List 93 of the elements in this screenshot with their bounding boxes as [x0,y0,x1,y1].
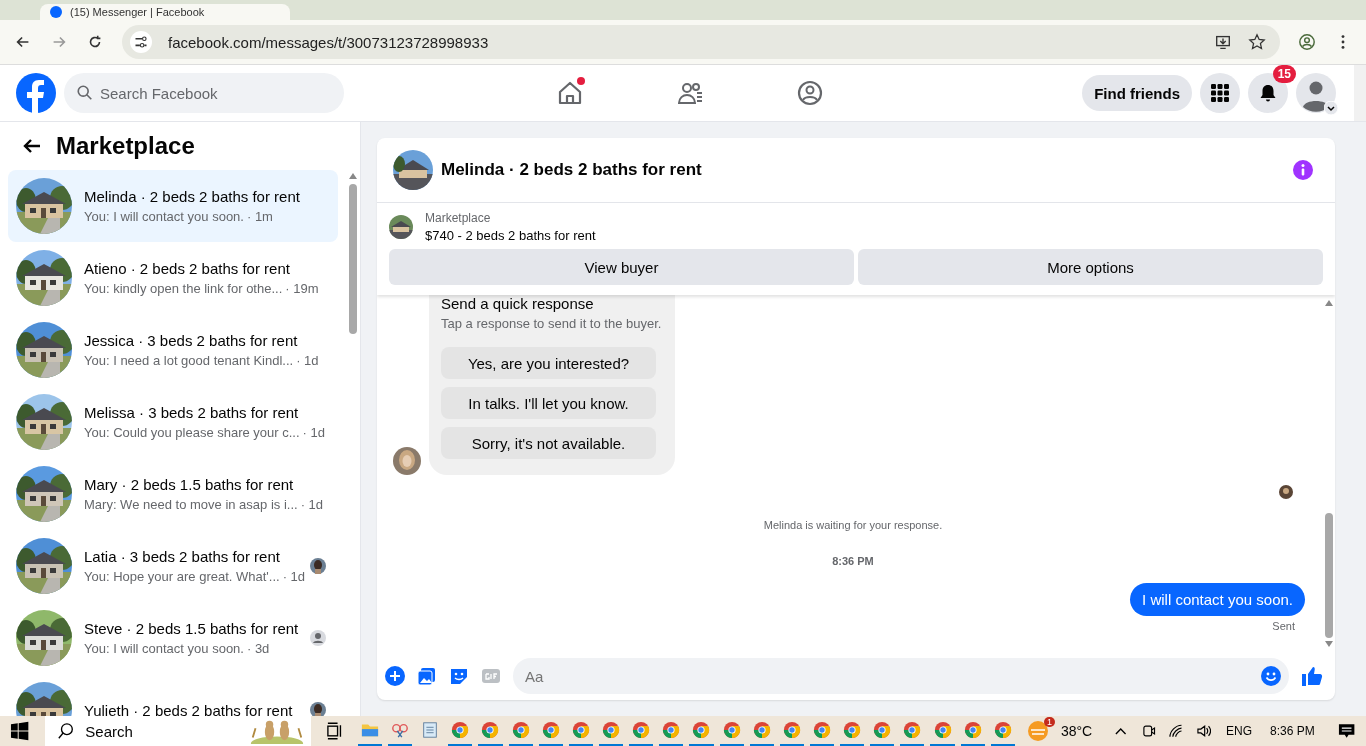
start-icon[interactable] [10,721,30,741]
taskbar-search-field[interactable]: Search [45,716,311,746]
message-time: · 1d [296,353,319,368]
install-icon[interactable] [1214,33,1232,51]
message-preview: You: I need a lot good tenant Kindl... [84,353,294,368]
account-avatar[interactable] [1296,73,1336,113]
seen-avatar [310,630,326,646]
quick-response-hint: Tap a response to send it to the buyer. [441,316,662,331]
notification-count: 15 [1272,65,1296,83]
groups-icon[interactable] [796,79,824,107]
message-preview: You: I will contact you soon. [84,641,244,656]
facebook-icon [50,6,62,18]
quick-response-button[interactable]: Yes, are you interested? [441,347,656,379]
message-preview: You: Hope your are great. What'... [84,569,280,584]
temperature: 38°C [1060,723,1093,739]
conversation-title: Melinda · 2 beds 2 baths for rent [84,188,301,205]
weather-badge: 1 [1043,717,1055,727]
info-icon[interactable] [1293,160,1313,180]
facebook-logo[interactable] [16,73,56,113]
conversation-title: Yulieth · 2 beds 2 baths for rent [84,701,294,716]
message-preview: You: kindly open the link for othe... [84,281,283,296]
message-preview: You: I will contact you soon. [84,209,244,224]
image-icon[interactable] [417,666,437,686]
quick-response-button[interactable]: In talks. I'll let you know. [441,387,656,419]
sticker-icon[interactable] [449,666,469,686]
scroll-up-icon[interactable] [349,173,357,179]
message-preview: Mary: We need to move in asap is i... [84,497,298,512]
waiting-notice: Melinda is waiting for your response. [763,519,943,531]
quick-response-title: Send a quick response [441,295,594,312]
clock[interactable]: 8:36 PM [1270,724,1315,738]
wifi-icon[interactable] [1168,723,1184,739]
profile-icon[interactable] [1298,33,1316,51]
view-buyer-button[interactable]: View buyer [389,249,854,285]
message-input[interactable]: Aa [513,658,1289,694]
quick-response-button[interactable]: Sorry, it's not available. [441,427,656,459]
home-icon[interactable] [556,79,584,107]
sidebar-title: Marketplace [56,132,195,160]
language-indicator[interactable]: ENG [1226,724,1252,738]
message-preview: You: Could you please share your c... [84,425,300,440]
chat-title: Melinda · 2 beds 2 baths for rent [441,160,702,180]
search-icon [76,84,94,102]
read-receipt-avatar [1279,485,1293,499]
volume-icon[interactable] [1195,723,1211,739]
conversation-item[interactable]: Melissa · 3 beds 2 baths for rent You: Could you please share your c... · 1d [8,386,338,458]
conversation-item[interactable]: Latia · 3 beds 2 baths for rent You: Hope your are great. What'... · 1d [8,530,338,602]
grid-icon [1210,83,1230,103]
listing-title: $740 - 2 beds 2 baths for rent [425,228,596,243]
task-view-icon[interactable] [324,721,344,741]
conversation-title: Melissa · 3 beds 2 baths for rent [84,404,300,421]
find-friends-button[interactable]: Find friends [1082,75,1192,111]
conversation-title: Jessica · 3 beds 2 baths for rent [84,332,299,349]
sent-message: I will contact you soon. [1130,583,1305,616]
add-icon[interactable] [385,666,405,686]
message-time: · 19m [285,281,319,296]
camera-icon[interactable] [1140,723,1157,739]
conversation-title: Mary · 2 beds 1.5 baths for rent [84,476,295,493]
conversation-item[interactable]: Mary · 2 beds 1.5 baths for rent Mary: We need to move in asap is i... · 1d [8,458,338,530]
emoji-icon[interactable] [1261,666,1281,686]
browser-tab[interactable]: (15) Messenger | Facebook [40,4,290,20]
address-bar[interactable]: facebook.com/messages/t/30073123728998933 [122,25,1280,59]
notification-center-icon[interactable] [1336,721,1357,741]
conversation-item[interactable]: Steve · 2 beds 1.5 baths for rent You: I will contact you soon. · 3d [8,602,338,674]
conversation-item[interactable]: Atieno · 2 beds 2 baths for rent You: kindly open the link for othe... · 19m [8,242,338,314]
more-options-button[interactable]: More options [858,249,1323,285]
message-time: · 1d [282,569,306,584]
menu-button[interactable] [1200,73,1240,113]
message-time: · 1d [300,497,324,512]
seen-avatar [310,558,326,574]
scroll-thumb[interactable] [1325,513,1333,638]
meerkat-drawing [248,718,305,744]
conversation-item[interactable]: Melinda · 2 beds 2 baths for rent You: I will contact you soon. · 1m [8,170,338,242]
bookmark-star-icon[interactable] [1248,33,1266,51]
listing-label: Marketplace [425,211,492,225]
thumbs-up-icon[interactable] [1301,665,1323,687]
message-time: · 1m [246,209,273,224]
message-time: · 1d [302,425,325,440]
conversation-item[interactable]: Jessica · 3 beds 2 baths for rent You: I need a lot good tenant Kindl... · 1d [8,314,338,386]
conversation-title: Steve · 2 beds 1.5 baths for rent [84,620,298,637]
delivery-status: Sent [1272,620,1296,632]
message-time: · 3d [246,641,270,656]
sender-avatar [393,447,421,475]
scroll-thumb[interactable] [349,184,357,334]
conversation-title: Atieno · 2 beds 2 baths for rent [84,260,291,277]
search-icon [57,722,76,740]
bell-icon [1258,83,1278,103]
scroll-down-icon[interactable] [1325,641,1333,647]
message-timestamp: 8:36 PM [832,555,874,567]
weather-icon[interactable] [1026,720,1049,742]
scroll-up-icon[interactable] [1325,300,1333,306]
conversation-title: Latia · 3 beds 2 baths for rent [84,548,281,565]
caret-icon[interactable] [1324,101,1338,115]
search-field[interactable]: Search Facebook [64,73,344,113]
site-settings-icon[interactable] [130,31,152,53]
